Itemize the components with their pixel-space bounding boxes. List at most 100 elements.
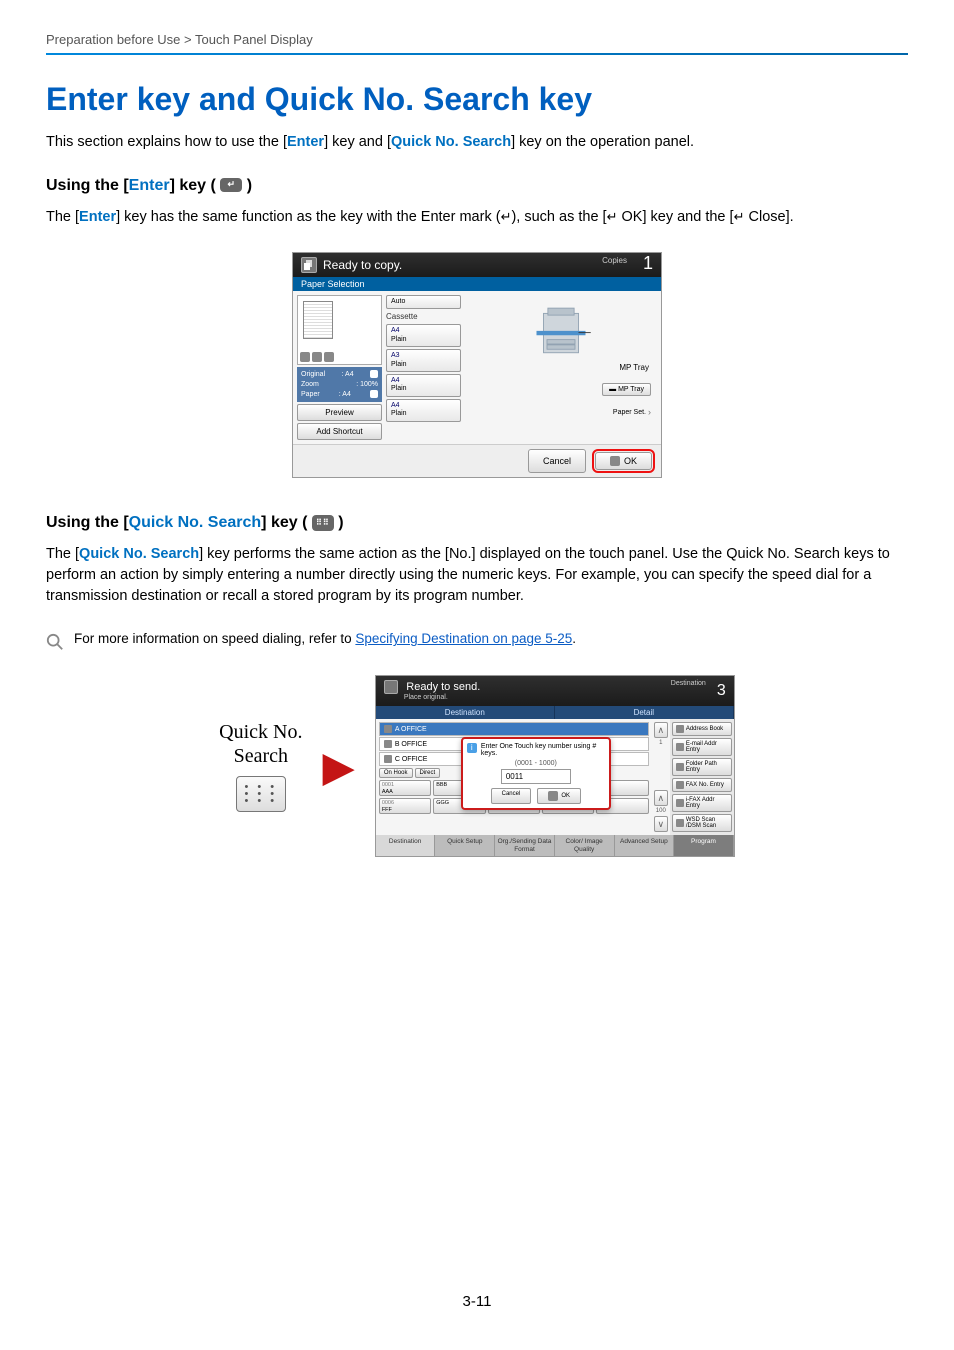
opt-type: Plain — [391, 410, 456, 418]
popup-ok-button[interactable]: OK — [537, 788, 581, 804]
panel-header: Ready to send. Place original. Destinati… — [376, 676, 734, 706]
enter-link: Enter — [129, 177, 170, 194]
tab-quick-setup[interactable]: Quick Setup — [435, 835, 495, 855]
text: ) — [242, 177, 252, 194]
onetouch-key[interactable]: 0006FFF — [379, 798, 431, 814]
qns-body: The [Quick No. Search] key performs the … — [46, 544, 908, 607]
quick-no-key-icon: ⠿⠿ — [312, 515, 334, 531]
onhook-button[interactable]: On Hook — [379, 768, 413, 778]
popup-range: (0001 - 1000) — [467, 760, 605, 767]
copies-label: Copies — [602, 256, 627, 265]
dest-type-icon — [384, 755, 392, 763]
paper-set-button[interactable]: Paper Set.› — [609, 405, 655, 419]
side-buttons: Address Book E-mail Addr Entry Folder Pa… — [670, 719, 734, 835]
ok-button[interactable]: OK — [595, 452, 652, 470]
text: The [ — [46, 546, 79, 562]
info-icon: i — [467, 743, 477, 753]
enter-body: The [Enter] key has the same function as… — [46, 207, 908, 228]
cassette-option[interactable]: A4Plain — [386, 324, 461, 347]
panel-footer: Cancel OK — [293, 444, 661, 477]
label: Zoom — [301, 380, 319, 390]
dest-row[interactable]: A OFFICE — [379, 722, 649, 736]
cancel-button[interactable]: Cancel — [528, 449, 586, 473]
scroll-down-button[interactable]: ∨ — [654, 816, 668, 832]
email-entry-button[interactable]: E-mail Addr Entry — [672, 738, 732, 756]
label: Paper — [301, 390, 320, 400]
dest-type-icon — [384, 740, 392, 748]
ifax-entry-button[interactable]: i-FAX Addr Entry — [672, 794, 732, 812]
enter-icon — [610, 456, 620, 466]
cassette-option[interactable]: A4Plain — [386, 399, 461, 422]
header-title: Ready to copy. — [323, 258, 402, 272]
ok-button-highlight: OK — [592, 449, 655, 473]
send-screen-figure: Quick No.Search • • •• • •• • • ▶ Ready … — [46, 675, 908, 856]
qns-link: Quick No. Search — [129, 514, 262, 531]
scroll-up-button[interactable]: ∧ — [654, 790, 668, 806]
value: : 100% — [356, 380, 378, 390]
text: Close]. — [744, 209, 793, 225]
popup-message: Enter One Touch key number using # keys. — [481, 743, 605, 757]
folder-icon — [676, 763, 684, 771]
address-book-button[interactable]: Address Book — [672, 722, 732, 736]
mp-tray-button[interactable]: ▬ MP Tray — [602, 383, 651, 396]
ifax-icon — [676, 799, 684, 807]
direct-button[interactable]: Direct — [415, 768, 441, 778]
tab-program[interactable]: Program — [674, 835, 734, 855]
copy-panel: Ready to copy. Copies 1 Paper Selection … — [292, 252, 662, 478]
dest-count: 3 — [717, 682, 726, 700]
chevron-right-icon: › — [648, 407, 651, 417]
enter-icon — [548, 791, 558, 801]
panel-body: Original: A4 Zoom: 100% Paper: A4 Previe… — [293, 291, 661, 444]
text: OK] key and the [ — [617, 209, 733, 225]
number-input[interactable]: 0011 — [501, 769, 571, 784]
info-box: Original: A4 Zoom: 100% Paper: A4 — [297, 367, 382, 402]
zoom-icon[interactable] — [370, 370, 378, 378]
mail-icon — [676, 743, 684, 751]
auto-button[interactable]: Auto — [386, 295, 461, 309]
tab-paper-selection[interactable]: Paper Selection — [293, 277, 661, 291]
tab-destination[interactable]: Destination — [376, 706, 555, 719]
tab-org-sending[interactable]: Org./Sending Data Format — [495, 835, 555, 855]
enter-key-ref: Enter — [287, 134, 324, 150]
fax-entry-button[interactable]: FAX No. Entry — [672, 778, 732, 792]
cross-ref-link[interactable]: Specifying Destination on page 5-25 — [355, 631, 572, 646]
zoom-icon[interactable] — [370, 390, 378, 398]
popup-cancel-button[interactable]: Cancel — [491, 788, 532, 804]
scroll-num: 100 — [654, 808, 668, 814]
wsd-scan-button[interactable]: WSD Scan /DSM Scan — [672, 814, 732, 832]
preview-ctrl-icon[interactable] — [324, 352, 334, 362]
cassette-option[interactable]: A3Plain — [386, 349, 461, 372]
onetouch-key[interactable]: 0001AAA — [379, 780, 431, 796]
scroll-up-button[interactable]: ∧ — [654, 722, 668, 738]
tab-color-quality[interactable]: Color/ Image Quality — [555, 835, 615, 855]
tab-advanced[interactable]: Advanced Setup — [615, 835, 675, 855]
preview-ctrl-icon[interactable] — [300, 352, 310, 362]
header-title: Ready to send. — [406, 681, 480, 693]
quick-no-hardkey: • • •• • •• • • — [236, 776, 286, 812]
tab-destination[interactable]: Destination — [376, 835, 436, 855]
header-subtitle: Place original. — [404, 694, 726, 701]
page-number: 3-11 — [0, 1293, 954, 1310]
text: The [ — [46, 209, 79, 225]
text: This section explains how to use the [ — [46, 134, 287, 150]
quick-no-key-illustration: Quick No.Search • • •• • •• • • — [219, 720, 302, 812]
add-shortcut-button[interactable]: Add Shortcut — [297, 423, 382, 440]
divider — [46, 53, 908, 55]
keypad-dots-icon: • • •• • •• • • — [244, 784, 277, 805]
cassette-option[interactable]: A4Plain — [386, 374, 461, 397]
cassette-label: Cassette — [386, 311, 461, 322]
page-title: Enter key and Quick No. Search key — [46, 81, 908, 118]
tab-detail[interactable]: Detail — [555, 706, 734, 719]
value: : A4 — [342, 370, 354, 380]
bottom-tabs: Destination Quick Setup Org./Sending Dat… — [376, 835, 734, 855]
preview-ctrl-icon[interactable] — [312, 352, 322, 362]
preview-button[interactable]: Preview — [297, 404, 382, 421]
text: . — [572, 631, 576, 646]
folder-entry-button[interactable]: Folder Path Entry — [672, 758, 732, 776]
qns-link: Quick No. Search — [79, 546, 199, 562]
preview-page-icon — [303, 301, 333, 339]
opt-type: Plain — [391, 361, 456, 369]
scroll-num: 1 — [654, 740, 668, 746]
panel-header: Ready to copy. Copies 1 — [293, 253, 661, 277]
send-icon — [384, 680, 398, 694]
